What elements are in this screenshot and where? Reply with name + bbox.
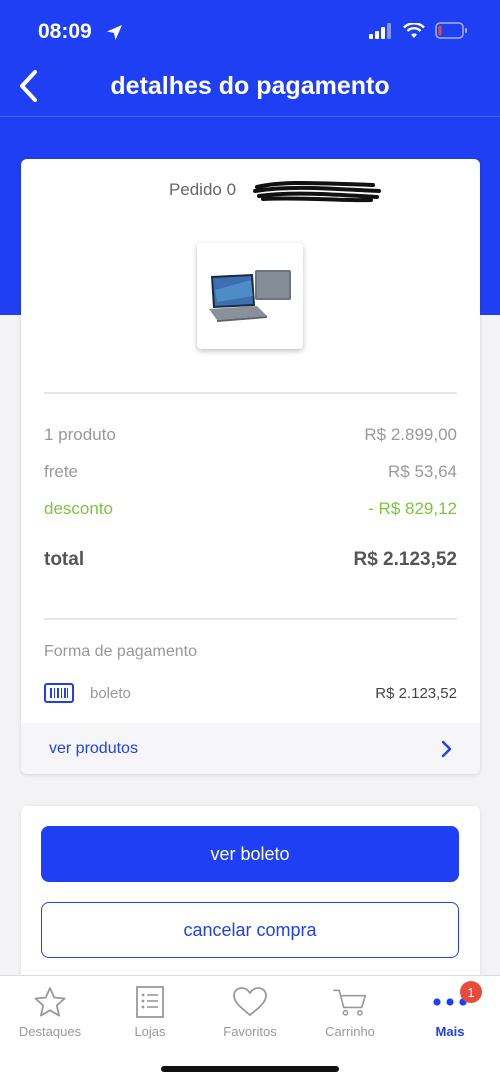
total-value: R$ 2.123,52 <box>353 549 457 570</box>
tab-label: Carrinho <box>325 1024 375 1039</box>
cancel-purchase-button[interactable]: cancelar compra <box>41 902 459 958</box>
payment-method-row: boleto R$ 2.123,52 <box>44 681 457 705</box>
see-products-button[interactable]: ver produtos <box>21 723 480 774</box>
star-icon <box>34 987 66 1017</box>
tab-label: Favoritos <box>223 1024 277 1039</box>
order-id: Pedido 0 <box>21 180 480 200</box>
location-arrow-icon <box>107 25 122 40</box>
see-products-label: ver produtos <box>49 739 138 757</box>
header-divider <box>0 116 500 117</box>
divider <box>44 392 457 394</box>
status-time: 08:09 <box>38 20 92 43</box>
tab-label: Destaques <box>18 1024 82 1039</box>
products-row: 1 produto R$ 2.899,00 <box>44 425 457 445</box>
battery-icon <box>435 22 467 39</box>
tab-mais[interactable]: 1 Mais <box>400 976 500 1046</box>
products-value: R$ 2.899,00 <box>364 425 457 444</box>
products-label: 1 produto <box>44 425 116 444</box>
status-bar: 08:09 <box>0 0 500 60</box>
product-image[interactable] <box>197 243 303 349</box>
wifi-icon <box>403 22 425 38</box>
barcode-icon <box>44 683 74 703</box>
page-title: detalhes do pagamento <box>110 72 390 100</box>
shipping-label: frete <box>44 462 79 481</box>
list-icon <box>136 986 164 1018</box>
order-summary-card: Pedido 0 1 produto R$ 2.899,00 frete R$ … <box>21 159 480 774</box>
discount-value: - R$ 829,12 <box>368 499 457 518</box>
shipping-row: frete R$ 53,64 <box>44 462 457 482</box>
discount-label: desconto <box>44 499 113 518</box>
signal-icon <box>369 22 391 39</box>
payment-method-label: Forma de pagamento <box>44 643 197 660</box>
tab-carrinho[interactable]: Carrinho <box>300 976 400 1046</box>
laptop-product-image <box>209 270 291 322</box>
chevron-right-icon <box>441 740 452 757</box>
tab-destaques[interactable]: Destaques <box>0 976 100 1046</box>
total-label: total <box>44 549 85 570</box>
shipping-value: R$ 53,64 <box>388 462 457 481</box>
tab-lojas[interactable]: Lojas <box>100 976 200 1046</box>
payment-amount: R$ 2.123,52 <box>375 684 457 702</box>
total-row: total R$ 2.123,52 <box>44 549 457 571</box>
notification-badge: 1 <box>460 981 482 1003</box>
navigation-bar: detalhes do pagamento <box>0 60 500 116</box>
home-indicator <box>161 1066 339 1072</box>
heart-icon <box>233 987 267 1016</box>
discount-row: desconto - R$ 829,12 <box>44 499 457 519</box>
tab-label: Mais <box>435 1024 465 1039</box>
divider <box>44 618 457 620</box>
payment-method-name: boleto <box>90 684 131 702</box>
cart-icon <box>332 989 367 1016</box>
tab-label: Lojas <box>134 1024 166 1039</box>
view-boleto-button[interactable]: ver boleto <box>41 826 459 882</box>
actions-card: ver boleto cancelar compra <box>21 806 480 981</box>
tab-favoritos[interactable]: Favoritos <box>200 976 300 1046</box>
redaction-scribble <box>253 181 381 203</box>
